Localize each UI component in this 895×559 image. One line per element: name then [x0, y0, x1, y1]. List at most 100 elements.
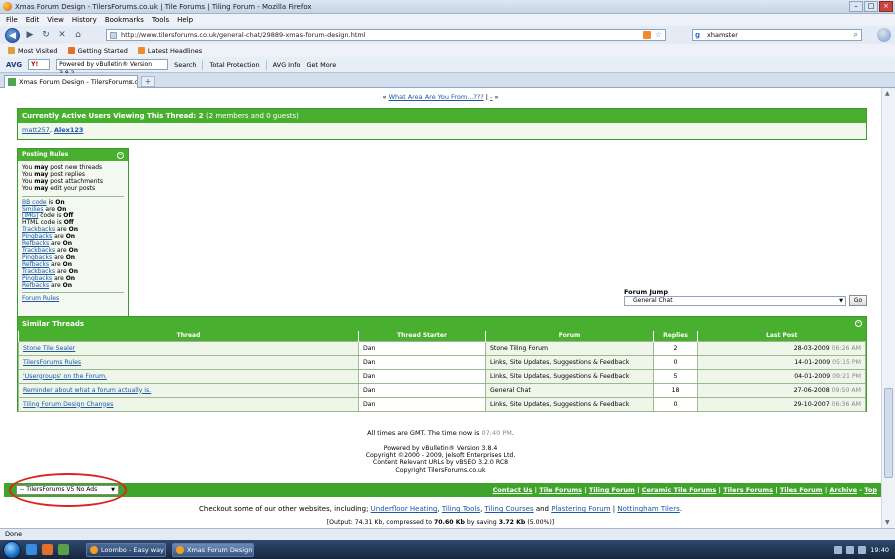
scrollbar-thumb[interactable]: [884, 388, 893, 478]
similar-threads-title: Similar Threads: [22, 320, 85, 328]
forum-jump-select[interactable]: General Chat ▼: [624, 296, 846, 306]
similar-threads-box: Similar Threads – Thread Thread Starter …: [17, 316, 867, 412]
vertical-scrollbar[interactable]: ▲ ▼: [881, 88, 895, 528]
menu-edit[interactable]: Edit: [26, 16, 40, 24]
close-tab-icon[interactable]: ×: [128, 76, 134, 88]
back-button[interactable]: ◀: [5, 27, 20, 43]
footer-link[interactable]: Ceramic Tile Forums: [642, 486, 717, 494]
toolbar-search-input[interactable]: Powered by vBulletin® Version 3.8.2: [56, 59, 169, 77]
collapse-icon[interactable]: –: [855, 320, 862, 327]
cell-last-post: 28-03-2009 06:26 AM: [697, 340, 866, 356]
scroll-up-icon[interactable]: ▲: [885, 90, 890, 97]
last-post-time: 09:21 PM: [832, 372, 861, 380]
thread-link[interactable]: TilersForums Rules: [23, 359, 81, 366]
bookmark-latest-headlines[interactable]: Latest Headlines: [137, 47, 202, 55]
thread-link[interactable]: Reminder about what a forum actually is.: [23, 387, 151, 394]
stop-button[interactable]: ✕: [56, 29, 68, 41]
footer-link[interactable]: Top: [864, 486, 877, 494]
next-thread-link[interactable]: -: [490, 93, 492, 101]
taskbar-item-loombo[interactable]: Loombo - Easy way ...: [86, 543, 166, 557]
permissions-list: You may post new threads You may post rep…: [22, 164, 124, 193]
minimize-button[interactable]: –: [849, 1, 863, 12]
maximize-button[interactable]: □: [864, 1, 878, 12]
menu-history[interactable]: History: [72, 16, 97, 24]
footer-link[interactable]: Tilers Forums: [723, 486, 773, 494]
menu-view[interactable]: View: [47, 16, 64, 24]
toolbar-search-button[interactable]: Search: [174, 61, 196, 69]
thread-link[interactable]: Tiling Forum Design Changes: [23, 401, 113, 408]
tray-icon[interactable]: [858, 545, 867, 554]
search-box[interactable]: g xhamster ⌕: [692, 29, 862, 41]
user-link[interactable]: Alex123: [54, 126, 83, 134]
address-bar[interactable]: http://www.tilersforums.co.uk/general-ch…: [106, 29, 666, 41]
menu-file[interactable]: File: [6, 16, 18, 24]
other-site-link[interactable]: Nottingham Tilers: [617, 505, 679, 513]
other-site-link[interactable]: Plastering Forum: [551, 505, 610, 513]
profile-icon[interactable]: [877, 28, 891, 42]
user-link[interactable]: matt257: [22, 126, 50, 134]
forum-jump-go-button[interactable]: Go: [849, 295, 867, 306]
code-name[interactable]: Refbacks: [22, 282, 49, 289]
collapse-icon[interactable]: –: [117, 152, 124, 159]
google-icon[interactable]: g: [695, 30, 704, 40]
media-quicklaunch-icon[interactable]: [58, 544, 69, 555]
prev-thread-link[interactable]: What Area Are You From...???: [389, 93, 484, 101]
new-tab-button[interactable]: +: [141, 76, 155, 87]
red-highlight-circle: [9, 473, 127, 507]
get-more-button[interactable]: Get More: [306, 61, 336, 69]
footer-bar: -- TilersForums V5 No Ads ▼ Contact Us |…: [4, 473, 881, 507]
permission-text: You: [22, 184, 35, 192]
thread-link[interactable]: Stone Tile Sealer: [23, 345, 75, 352]
last-post-time: 05:15 PM: [832, 358, 861, 366]
avg-info-button[interactable]: AVG Info: [273, 61, 301, 69]
other-site-link[interactable]: Underfloor Heating: [371, 505, 438, 513]
avg-logo[interactable]: AVG: [6, 61, 22, 69]
other-site-link[interactable]: Tiling Courses: [485, 505, 534, 513]
tab-xmas-forum-design[interactable]: Xmas Forum Design - TilersForums.c... ×: [4, 75, 138, 88]
footer-link[interactable]: Tile Forums: [539, 486, 582, 494]
system-tray: 19:40: [834, 540, 895, 559]
rss-feed-icon[interactable]: [643, 31, 651, 39]
avg-toolbar: AVG Y! Powered by vBulletin® Version 3.8…: [0, 57, 895, 77]
volume-icon[interactable]: [846, 545, 855, 554]
other-site-link[interactable]: Tiling Tools: [442, 505, 480, 513]
footer-link[interactable]: Archive: [829, 486, 857, 494]
ie-quicklaunch-icon[interactable]: [26, 544, 37, 555]
scroll-down-icon[interactable]: ▼: [885, 519, 890, 526]
bookmark-most-visited[interactable]: Most Visited: [8, 47, 58, 55]
thread-link[interactable]: 'Usergroups' on the Forum.: [23, 373, 107, 380]
yahoo-dropdown[interactable]: Y!: [28, 59, 51, 70]
close-window-button[interactable]: ×: [879, 1, 893, 12]
address-url: http://www.tilersforums.co.uk/general-ch…: [121, 31, 366, 39]
forum-rules-link[interactable]: Forum Rules: [22, 295, 59, 302]
bookmark-getting-started[interactable]: Getting Started: [67, 47, 128, 55]
firefox-icon: [176, 546, 184, 554]
start-button[interactable]: [3, 540, 21, 559]
footer-link[interactable]: Contact Us: [493, 486, 533, 494]
home-button[interactable]: ⌂: [72, 29, 84, 41]
menu-help[interactable]: Help: [177, 16, 193, 24]
menu-bookmarks[interactable]: Bookmarks: [105, 16, 144, 24]
toolbar-separator: [265, 59, 267, 70]
tab-strip: Xmas Forum Design - TilersForums.c... × …: [0, 73, 895, 88]
cell-thread: Reminder about what a forum actually is.: [18, 382, 359, 398]
firefox-quicklaunch-icon[interactable]: [42, 544, 53, 555]
code-verb: are: [49, 281, 63, 289]
network-icon[interactable]: [834, 545, 843, 554]
search-icon[interactable]: ⌕: [854, 30, 858, 40]
reload-button[interactable]: ↻: [40, 29, 52, 41]
footer-link[interactable]: Tiling Forum: [589, 486, 635, 494]
search-input[interactable]: xhamster: [707, 31, 738, 39]
bookmarks-toolbar: Most Visited Getting Started Latest Head…: [0, 44, 895, 57]
bookmark-star-icon[interactable]: ☆: [655, 30, 662, 39]
output-info: [Output: 74.31 Kb, compressed to 70.60 K…: [0, 519, 881, 526]
clock[interactable]: 19:40: [870, 546, 889, 554]
forward-button[interactable]: ▶: [24, 29, 36, 41]
other-sites-end: .: [679, 505, 682, 513]
cell-starter: Dan: [358, 382, 486, 398]
menu-tools[interactable]: Tools: [152, 16, 169, 24]
total-protection-button[interactable]: Total Protection: [209, 61, 259, 69]
footer-link[interactable]: Tiles Forum: [780, 486, 823, 494]
navigation-toolbar: ◀ ▶ ↻ ✕ ⌂ http://www.tilersforums.co.uk/…: [0, 26, 895, 44]
taskbar-item-xmas[interactable]: Xmas Forum Design...: [172, 543, 254, 557]
